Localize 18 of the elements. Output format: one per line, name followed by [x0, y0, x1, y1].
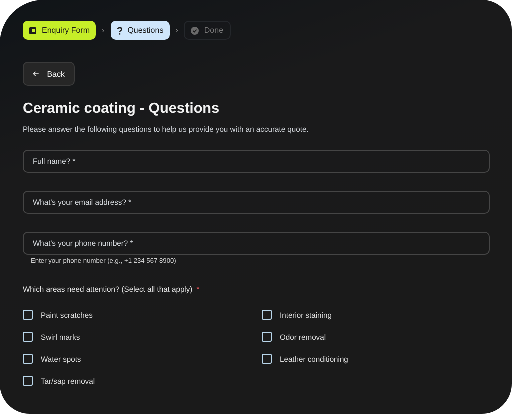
step-tab[interactable]: Questions — [110, 21, 170, 40]
checkbox[interactable] — [262, 310, 272, 320]
question-icon — [116, 26, 123, 34]
step-tab[interactable]: Enquiry Form — [23, 21, 96, 40]
checkbox[interactable] — [23, 310, 33, 320]
book-icon — [29, 26, 37, 34]
checkbox[interactable] — [23, 376, 33, 386]
check-circle-icon — [191, 26, 200, 34]
breadcrumb-separator: › — [176, 26, 178, 35]
checkbox[interactable] — [23, 332, 33, 342]
checkbox[interactable] — [262, 354, 272, 364]
breadcrumb-separator: › — [102, 26, 105, 35]
checkbox[interactable] — [262, 332, 272, 342]
checkbox[interactable] — [23, 354, 33, 364]
back-button[interactable]: Back — [23, 62, 75, 86]
page-title: Ceramic coating - Questions — [23, 101, 221, 117]
back-arrow-icon — [33, 70, 40, 78]
step-tab[interactable]: Done — [184, 21, 231, 40]
